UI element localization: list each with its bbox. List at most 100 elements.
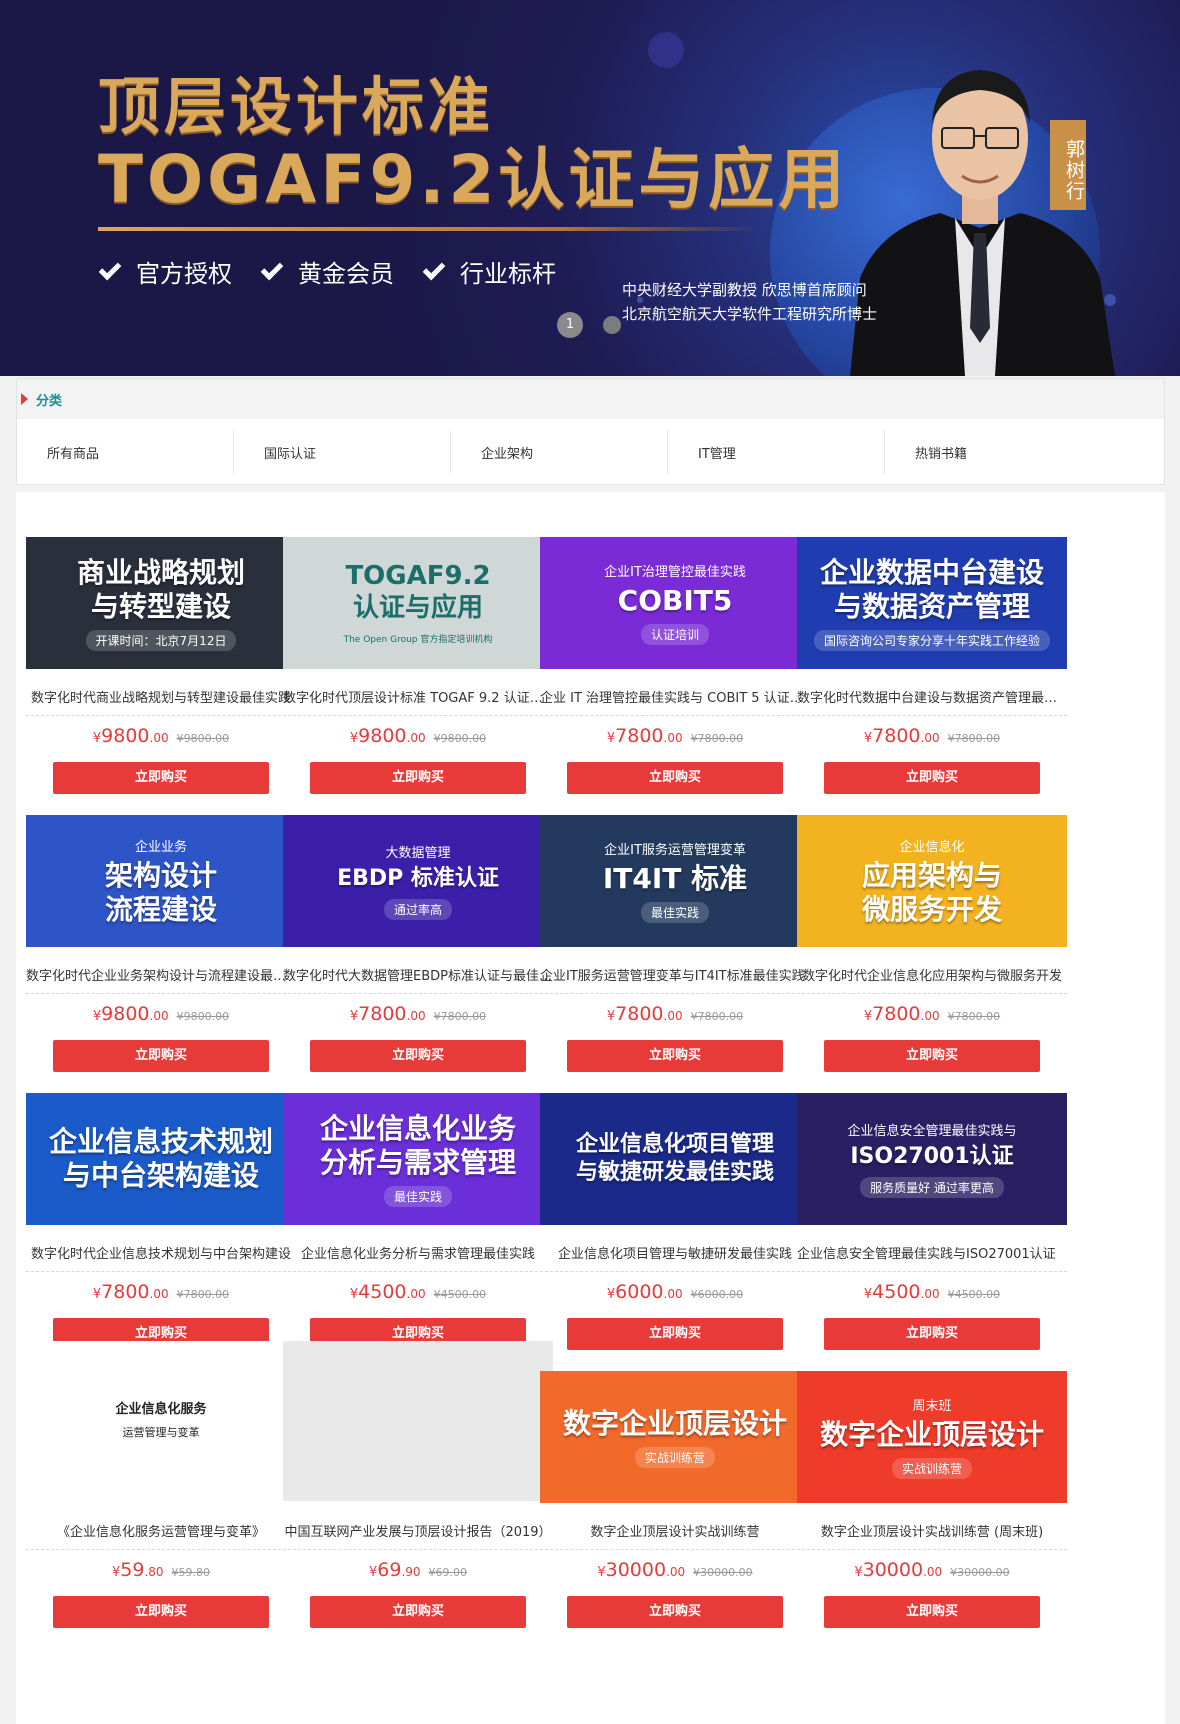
currency-symbol: ¥ [606,1287,616,1302]
product-card[interactable]: 企业信息化服务 运营管理与变革 《企业信息化服务运营管理与变革》 ¥59.80 ¥59.… [26,1341,296,1641]
category-enterprise-architecture[interactable]: 企业架构 [451,430,668,474]
thumbnail-subtitle: 企业IT治理管控最佳实践 [604,565,746,580]
product-thumbnail[interactable]: TOGAF9.2 认证与应用 The Open Group 官方指定培训机构 [283,537,553,669]
presenter-bio-line2: 北京航空航天大学软件工程研究所博士 [622,305,878,323]
product-name[interactable]: 数字企业顶层设计实战训练营 (周末班) [797,1521,1067,1540]
category-it-management[interactable]: IT管理 [668,430,885,474]
category-international-cert[interactable]: 国际认证 [234,430,451,474]
buy-now-button[interactable]: 立即购买 [53,1040,269,1072]
currency-symbol: ¥ [606,1009,616,1024]
buy-now-button[interactable]: 立即购买 [53,1596,269,1628]
product-card[interactable]: 企业数据中台建设 与数据资产管理 国际咨询公司专家分享十年实践工作经验数字化时代数… [797,537,1067,807]
category-list: 所有商品 国际认证 企业架构 IT管理 热销书籍 [17,419,1164,485]
hero-banner[interactable]: 顶层设计标准 TOGAF9.2认证与应用 官方授权 黄金会员 行业标杆 郭树行 … [0,0,1180,376]
thumbnail-subtitle: 企业信息化 [899,839,965,855]
product-card[interactable]: 企业信息化项目管理 与敏捷研发最佳实践企业信息化项目管理与敏捷研发最佳实践 ¥60… [540,1093,810,1363]
product-card[interactable]: 企业信息安全管理最佳实践与 ISO27001认证 服务质量好 通过率更高企业信息安全… [797,1093,1067,1363]
product-name[interactable]: 数字化时代数据中台建设与数据资产管理最佳实践 [797,687,1067,706]
product-card[interactable]: TOGAF9.2 认证与应用 The Open Group 官方指定培训机构数字化… [283,537,553,807]
product-thumbnail[interactable]: 企业信息技术规划 与中台架构建设 [26,1093,296,1225]
price-decimal: .00 [406,1009,426,1023]
product-name[interactable]: 企业 IT 治理管控最佳实践与 COBIT 5 认证培训 [540,687,810,706]
buy-now-button[interactable]: 立即购买 [824,1596,1040,1628]
divider [283,1549,553,1550]
product-card[interactable]: 企业信息技术规划 与中台架构建设数字化时代企业信息技术规划与中台架构建设 ¥780… [26,1093,296,1363]
thumbnail-subtitle: 周末班 [912,1399,952,1414]
product-name[interactable]: 企业信息化项目管理与敏捷研发最佳实践 [540,1243,810,1262]
price-integer: 9800 [358,725,407,747]
thumbnail-title: 企业信息化服务 [115,1402,207,1417]
product-thumbnail[interactable]: 企业信息化业务 分析与需求管理 最佳实践 [283,1093,553,1225]
product-thumbnail[interactable]: 企业业务 架构设计 流程建设 [26,815,296,947]
product-name[interactable]: 数字企业顶层设计实战训练营 [540,1521,810,1540]
product-card[interactable]: 大数据管理 EBDP 标准认证 通过率高数字化时代大数据管理EBDP标准认证与最佳实… [283,815,553,1085]
buy-now-button[interactable]: 立即购买 [310,1040,526,1072]
product-thumbnail[interactable]: 企业IT治理管控最佳实践 COBIT5 认证培训 [540,537,810,669]
buy-now-button[interactable]: 立即购买 [567,1040,783,1072]
product-name[interactable]: 中国互联网产业发展与顶层设计报告（2019） [283,1521,553,1540]
product-thumbnail[interactable]: 企业信息化项目管理 与敏捷研发最佳实践 [540,1093,810,1225]
product-card[interactable]: 数字企业顶层设计 实战训练营 数字企业顶层设计实战训练营 ¥30000.00 ¥3000… [540,1371,810,1641]
divider [797,715,1067,716]
original-price: ¥30000.00 [693,1566,753,1579]
price-decimal: .00 [663,1287,683,1301]
buy-now-button[interactable]: 立即购买 [53,762,269,794]
price-decimal: .00 [149,1287,169,1301]
thumbnail-tagline: 最佳实践 [640,902,709,923]
product-card[interactable]: 企业信息化业务 分析与需求管理 最佳实践 企业信息化业务分析与需求管理最佳实践 ¥45… [283,1093,553,1363]
product-thumbnail[interactable]: 数字企业顶层设计 实战训练营 [540,1371,810,1503]
buy-now-button[interactable]: 立即购买 [824,762,1040,794]
product-name[interactable]: 企业信息安全管理最佳实践与ISO27001认证 [797,1243,1067,1262]
product-thumbnail[interactable]: 企业信息安全管理最佳实践与 ISO27001认证 服务质量好 通过率更高 [797,1093,1067,1225]
buy-now-button[interactable]: 立即购买 [310,762,526,794]
carousel-dot-2[interactable] [603,316,621,334]
product-thumbnail[interactable]: 企业数据中台建设 与数据资产管理 国际咨询公司专家分享十年实践工作经验 [797,537,1067,669]
category-bestseller-books[interactable]: 热销书籍 [885,430,1102,474]
buy-now-button[interactable]: 立即购买 [567,762,783,794]
original-price: ¥4500.00 [947,1288,1001,1301]
product-name[interactable]: 企业信息化业务分析与需求管理最佳实践 [283,1243,553,1262]
price-decimal: .00 [923,1565,943,1579]
product-name[interactable]: 数字化时代企业业务架构设计与流程建设最佳实践 [26,965,296,984]
product-thumbnail[interactable]: 周末班 数字企业顶层设计 实战训练营 [797,1371,1067,1503]
thumbnail-title: 架构设计 流程建设 [104,858,217,926]
thumbnail-title: 企业数据中台建设 与数据资产管理 [819,555,1044,623]
product-name[interactable]: 数字化时代企业信息技术规划与中台架构建设 [26,1243,296,1262]
buy-now-button[interactable]: 立即购买 [824,1040,1040,1072]
product-thumbnail[interactable]: 企业信息化 应用架构与 微服务开发 [797,815,1067,947]
product-thumbnail[interactable]: 企业IT服务运营管理变革 IT4IT 标准 最佳实践 [540,815,810,947]
check-icon [422,257,446,280]
product-name[interactable]: 数字化时代大数据管理EBDP标准认证与最佳实践 [283,965,553,984]
product-card[interactable]: 周末班 数字企业顶层设计 实战训练营数字企业顶层设计实战训练营 (周末班) ¥3000… [797,1371,1067,1641]
carousel-dot-1[interactable]: 1 [557,312,583,338]
product-card[interactable]: 企业信息化 应用架构与 微服务开发 数字化时代企业信息化应用架构与微服务开发 ¥780… [797,815,1067,1085]
price-row: ¥7800.00 ¥7800.00 [26,1281,296,1303]
product-thumbnail[interactable]: 大数据管理 EBDP 标准认证 通过率高 [283,815,553,947]
category-all[interactable]: 所有商品 [17,430,234,474]
product-name[interactable]: 数字化时代商业战略规划与转型建设最佳实践 [26,687,296,706]
product-name[interactable]: 数字化时代企业信息化应用架构与微服务开发 [797,965,1067,984]
check-icon [98,257,122,280]
product-thumbnail[interactable]: 企业信息化服务 运营管理与变革 [26,1341,296,1501]
thumbnail-title: 数字企业顶层设计 [562,1406,787,1440]
buy-now-button[interactable]: 立即购买 [567,1318,783,1350]
product-card[interactable]: 中国互联网产业发展与顶层设计报告（2019） ¥69.90 ¥69.00 立即购买 [283,1341,553,1641]
feature-label: 官方授权 [136,260,232,288]
product-name[interactable]: 企业IT服务运营管理变革与IT4IT标准最佳实践 [540,965,810,984]
buy-now-button[interactable]: 立即购买 [310,1596,526,1628]
original-price: ¥30000.00 [950,1566,1010,1579]
price-integer: 9800 [101,1003,150,1025]
currency-symbol: ¥ [92,1009,102,1024]
product-thumbnail[interactable] [283,1341,553,1501]
product-name[interactable]: 数字化时代顶层设计标准 TOGAF 9.2 认证与应用 [283,687,553,706]
price-integer: 6000 [615,1281,664,1303]
product-card[interactable]: 企业业务 架构设计 流程建设数字化时代企业业务架构设计与流程建设最佳实践 ¥9800… [26,815,296,1085]
product-card[interactable]: 商业战略规划 与转型建设 开课时间：北京7月12日数字化时代商业战略规划与转型建设… [26,537,296,807]
price-integer: 7800 [615,725,664,747]
product-card[interactable]: 企业IT服务运营管理变革 IT4IT 标准 最佳实践企业IT服务运营管理变革与IT4… [540,815,810,1085]
buy-now-button[interactable]: 立即购买 [824,1318,1040,1350]
product-name[interactable]: 《企业信息化服务运营管理与变革》 [26,1521,296,1540]
product-card[interactable]: 企业IT治理管控最佳实践 COBIT5 认证培训企业 IT 治理管控最佳实践与 CO… [540,537,810,807]
buy-now-button[interactable]: 立即购买 [567,1596,783,1628]
product-thumbnail[interactable]: 商业战略规划 与转型建设 开课时间：北京7月12日 [26,537,296,669]
